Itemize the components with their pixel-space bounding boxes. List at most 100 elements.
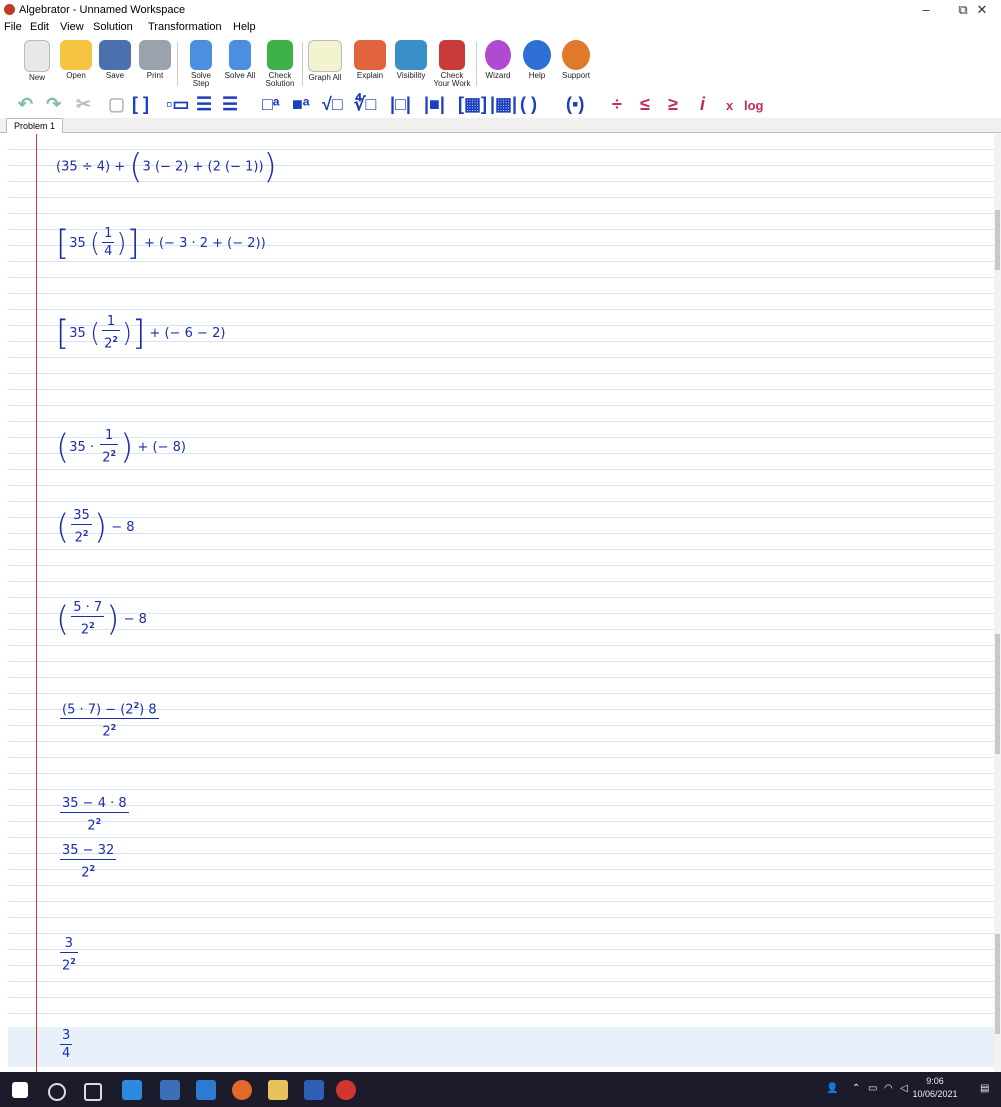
menu-transformation[interactable]: Transformation bbox=[148, 21, 222, 33]
new-icon bbox=[24, 40, 50, 72]
menu-file[interactable]: File bbox=[4, 21, 22, 33]
explain-icon bbox=[354, 40, 386, 70]
bracket-icon[interactable]: [ ] bbox=[132, 94, 149, 115]
folder-icon bbox=[60, 40, 92, 70]
matrix-icon[interactable]: [▦] bbox=[458, 94, 487, 115]
paste-icon[interactable]: ▢ bbox=[108, 94, 125, 115]
chevron-up-icon[interactable]: ⌃ bbox=[852, 1083, 860, 1094]
toolbar-separator bbox=[177, 42, 178, 86]
double-down-arrow-icon bbox=[229, 40, 251, 70]
menu-help[interactable]: Help bbox=[233, 21, 256, 33]
paren-template-icon[interactable]: (▪) bbox=[566, 94, 584, 115]
superscript-template-icon[interactable]: □ᵃ bbox=[262, 94, 280, 115]
notification-icon[interactable]: ▤ bbox=[980, 1083, 989, 1094]
norm-icon[interactable]: |■| bbox=[424, 94, 445, 115]
word-icon[interactable] bbox=[304, 1080, 324, 1100]
math-step-4[interactable]: (35 · 1 22) + (− 8) bbox=[56, 428, 186, 467]
store-icon[interactable] bbox=[160, 1080, 180, 1100]
main-toolbar: New Open Save Print Solve Step Solve All… bbox=[0, 38, 1001, 90]
math-step-6[interactable]: (5 · 7 22) − 8 bbox=[56, 600, 147, 639]
visibility-icon bbox=[395, 40, 427, 70]
wizard-button[interactable]: Wizard bbox=[478, 38, 518, 90]
menu-view[interactable]: View bbox=[60, 21, 84, 33]
printer-icon bbox=[139, 40, 171, 70]
close-button[interactable]: ✕ bbox=[963, 0, 1001, 20]
new-button[interactable]: New bbox=[20, 38, 54, 90]
solve-step-button[interactable]: Solve Step bbox=[182, 38, 220, 90]
current-line-highlight bbox=[8, 1027, 994, 1067]
down-arrow-icon bbox=[190, 40, 212, 70]
people-icon[interactable]: 👤 bbox=[826, 1083, 838, 1094]
minimize-button[interactable]: – bbox=[907, 0, 945, 20]
file-explorer-icon[interactable] bbox=[268, 1080, 288, 1100]
open-button[interactable]: Open bbox=[56, 38, 96, 90]
scrollbar-thumb[interactable] bbox=[995, 634, 1000, 754]
math-step-7[interactable]: (5 · 7) − (22) 8 22 bbox=[58, 698, 161, 742]
math-step-11[interactable]: 34 bbox=[58, 1028, 74, 1063]
graph-all-button[interactable]: Graph All bbox=[305, 38, 345, 90]
greater-equal-icon[interactable]: ≥ bbox=[668, 94, 678, 115]
clock[interactable]: 9:06 10/06/2021 bbox=[905, 1075, 965, 1101]
explain-button[interactable]: Explain bbox=[350, 38, 390, 90]
root-icon[interactable]: √□ bbox=[322, 94, 343, 115]
check-solution-button[interactable]: Check Solution bbox=[260, 38, 300, 90]
menu-edit[interactable]: Edit bbox=[30, 21, 49, 33]
solve-all-button[interactable]: Solve All bbox=[220, 38, 260, 90]
divide-icon[interactable]: ÷ bbox=[612, 94, 622, 115]
mail-icon[interactable] bbox=[196, 1080, 216, 1100]
app-icon bbox=[4, 4, 15, 15]
math-step-3[interactable]: [35 (1 22)] + (− 6 − 2) bbox=[56, 314, 225, 353]
menu-bar: File Edit View Solution Transformation H… bbox=[0, 20, 1001, 36]
firefox-icon[interactable] bbox=[232, 1080, 252, 1100]
algebrator-taskbar-icon[interactable] bbox=[336, 1080, 356, 1100]
redo-icon[interactable]: ↷ bbox=[46, 94, 61, 115]
subscript-template-icon[interactable]: ■ᵃ bbox=[292, 94, 310, 115]
math-step-8[interactable]: 35 − 4 · 8 22 bbox=[58, 796, 131, 835]
print-button[interactable]: Print bbox=[136, 38, 174, 90]
checkmark-icon bbox=[267, 40, 293, 70]
wrench-icon bbox=[439, 40, 465, 70]
matrix-row-icon[interactable]: ☰ bbox=[222, 94, 238, 115]
imaginary-unit-icon[interactable]: i bbox=[700, 94, 705, 115]
log-icon[interactable]: log bbox=[744, 98, 764, 113]
start-icon[interactable] bbox=[12, 1082, 28, 1098]
save-button[interactable]: Save bbox=[98, 38, 132, 90]
math-step-5[interactable]: (35 22) − 8 bbox=[56, 508, 135, 547]
check-your-work-button[interactable]: Check Your Work bbox=[432, 38, 472, 90]
support-button[interactable]: Support bbox=[556, 38, 596, 90]
less-equal-icon[interactable]: ≤ bbox=[640, 94, 650, 115]
math-step-2[interactable]: [35 (1 4)] + (− 3 · 2 + (− 2)) bbox=[56, 226, 266, 261]
stacked-template-icon[interactable]: ☰ bbox=[196, 94, 212, 115]
subscript-x-icon[interactable]: x bbox=[726, 98, 733, 113]
menu-solution[interactable]: Solution bbox=[93, 21, 133, 33]
cut-icon[interactable]: ✂ bbox=[76, 94, 91, 115]
scrollbar-thumb[interactable] bbox=[995, 934, 1000, 1034]
wifi-icon[interactable]: ◠ bbox=[884, 1083, 893, 1094]
scrollbar-thumb[interactable] bbox=[995, 210, 1000, 270]
help-button[interactable]: Help bbox=[520, 38, 554, 90]
task-view-icon[interactable] bbox=[84, 1083, 102, 1101]
math-step-10[interactable]: 3 22 bbox=[58, 936, 80, 975]
edge-icon[interactable] bbox=[122, 1080, 142, 1100]
parentheses-icon[interactable]: ( ) bbox=[520, 94, 537, 115]
support-agent-icon bbox=[562, 40, 590, 70]
abs-icon[interactable]: |□| bbox=[390, 94, 411, 115]
workspace-paper[interactable] bbox=[8, 134, 994, 1072]
taskbar: 👤 ⌃ ▭ ◠ ◁ 9:06 10/06/2021 ▤ bbox=[0, 1072, 1001, 1107]
window-title: Algebrator - Unnamed Workspace bbox=[19, 4, 186, 16]
tab-strip: Problem 1 bbox=[0, 118, 1001, 133]
determinant-icon[interactable]: |▦| bbox=[490, 94, 517, 115]
battery-icon[interactable]: ▭ bbox=[868, 1083, 877, 1094]
tab-problem-1[interactable]: Problem 1 bbox=[6, 118, 64, 133]
math-step-9[interactable]: 35 − 32 22 bbox=[58, 843, 118, 882]
math-toolbar: ↶ ↷ ✂ ▢ [ ] ▫▭ ☰ ☰ □ᵃ ■ᵃ √□ ∜□ |□| |■| [… bbox=[0, 92, 1001, 118]
fraction-template-icon[interactable]: ▫▭ bbox=[166, 94, 189, 115]
nth-root-icon[interactable]: ∜□ bbox=[354, 94, 376, 115]
save-icon bbox=[99, 40, 131, 70]
undo-icon[interactable]: ↶ bbox=[18, 94, 33, 115]
search-icon[interactable] bbox=[48, 1083, 66, 1101]
toolbar-separator bbox=[302, 42, 303, 86]
visibility-button[interactable]: Visibility bbox=[390, 38, 432, 90]
math-step-1[interactable]: (35 ÷ 4) + (3 (− 2) + (2 (− 1))) bbox=[56, 150, 277, 184]
vertical-scrollbar[interactable] bbox=[994, 134, 1001, 1072]
